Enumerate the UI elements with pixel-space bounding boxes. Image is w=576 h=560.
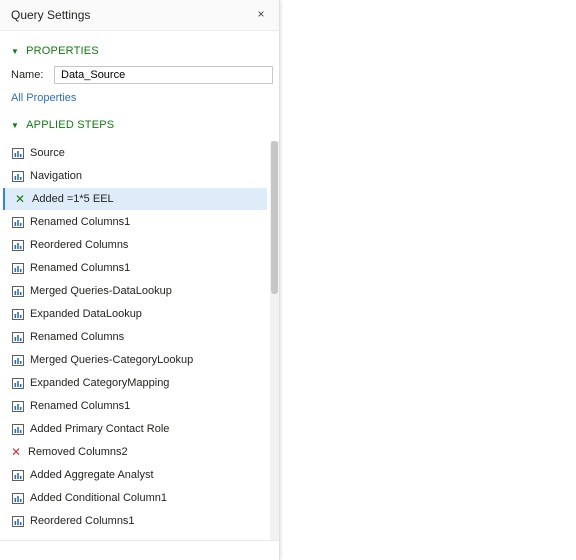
applied-step-item[interactable]: Added Aggregate Analyst (3, 464, 267, 486)
table-step-icon (11, 330, 25, 344)
table-step-icon (11, 284, 25, 298)
applied-step-item[interactable]: Added Primary Contact Role (3, 418, 267, 440)
applied-step-item[interactable]: Added Conditional Column1 (3, 487, 267, 509)
table-step-icon (11, 422, 25, 436)
table-step-icon (11, 399, 25, 413)
table-step-icon (11, 376, 25, 390)
error-x-icon: ✕ (10, 445, 22, 459)
applied-step-label: Reordered Columns1 (30, 515, 135, 527)
applied-step-item[interactable]: Renamed Columns1 (3, 395, 267, 417)
table-step-icon (11, 261, 25, 275)
applied-step-label: Renamed Columns1 (30, 400, 131, 412)
properties-section-header[interactable]: ▼ PROPERTIES (11, 45, 99, 57)
table-step-icon (11, 514, 25, 528)
applied-step-label: Renamed Columns (30, 331, 125, 343)
table-step-icon (11, 169, 25, 183)
applied-step-label: Removed Columns2 (28, 446, 128, 458)
applied-step-item[interactable]: Merged Queries-CategoryLookup (3, 349, 267, 371)
pane-footer (0, 540, 279, 560)
applied-step-item[interactable]: Reordered Columns1 (3, 510, 267, 532)
applied-step-label: Added =1*5 EEL (32, 193, 114, 205)
table-step-icon (11, 215, 25, 229)
applied-step-item[interactable]: ✕ Added =1*5 EEL (3, 188, 267, 210)
properties-header-label: PROPERTIES (26, 45, 99, 57)
applied-step-label: Reordered Columns (30, 239, 129, 251)
collapse-triangle-icon: ▼ (11, 120, 20, 130)
applied-step-item[interactable]: Navigation (3, 165, 267, 187)
applied-step-label: Expanded DataLookup (30, 308, 142, 320)
applied-step-item[interactable]: Renamed Columns1 (3, 211, 267, 233)
applied-step-item[interactable]: Source (3, 142, 267, 164)
applied-step-label: Added Primary Contact Role (30, 423, 170, 435)
delete-step-icon[interactable]: ✕ (13, 192, 27, 206)
applied-step-label: Source (30, 147, 65, 159)
query-name-input[interactable] (54, 66, 273, 84)
applied-step-item[interactable]: Merged Queries-DataLookup (3, 280, 267, 302)
applied-step-label: Renamed Columns1 (30, 216, 131, 228)
query-settings-pane: Query Settings × ▼ PROPERTIES Name: All … (0, 0, 280, 560)
applied-steps-header-label: APPLIED STEPS (26, 119, 115, 131)
applied-step-item[interactable]: Renamed Columns1 (3, 257, 267, 279)
table-step-icon (11, 468, 25, 482)
collapse-triangle-icon: ▼ (11, 46, 20, 56)
all-properties-link[interactable]: All Properties (11, 92, 76, 104)
applied-step-label: Merged Queries-DataLookup (30, 285, 172, 297)
table-step-icon (11, 146, 25, 160)
pane-title: Query Settings (11, 8, 91, 22)
table-step-icon (11, 238, 25, 252)
applied-step-item[interactable]: Expanded DataLookup (3, 303, 267, 325)
applied-step-label: Added Aggregate Analyst (30, 469, 154, 481)
applied-step-item[interactable]: Expanded CategoryMapping (3, 372, 267, 394)
applied-step-item[interactable]: Reordered Columns (3, 234, 267, 256)
applied-step-label: Added Conditional Column1 (30, 492, 167, 504)
close-button[interactable]: × (255, 7, 267, 21)
applied-step-label: Expanded CategoryMapping (30, 377, 170, 389)
table-step-icon (11, 491, 25, 505)
steps-scrollbar[interactable] (270, 141, 279, 541)
applied-step-label: Renamed Columns1 (30, 262, 131, 274)
pane-header: Query Settings × (0, 0, 279, 31)
applied-steps-list: Source Navigation ✕ Added =1*5 EEL Renamed C… (0, 141, 270, 541)
table-step-icon (11, 307, 25, 321)
name-label: Name: (11, 69, 44, 81)
applied-step-item[interactable]: ✕ Removed Columns2 (3, 441, 267, 463)
applied-step-label: Navigation (30, 170, 82, 182)
scrollbar-thumb[interactable] (271, 141, 278, 294)
applied-step-label: Merged Queries-CategoryLookup (30, 354, 194, 366)
applied-steps-section-header[interactable]: ▼ APPLIED STEPS (11, 119, 114, 131)
applied-step-item[interactable]: Renamed Columns (3, 326, 267, 348)
table-step-icon (11, 353, 25, 367)
